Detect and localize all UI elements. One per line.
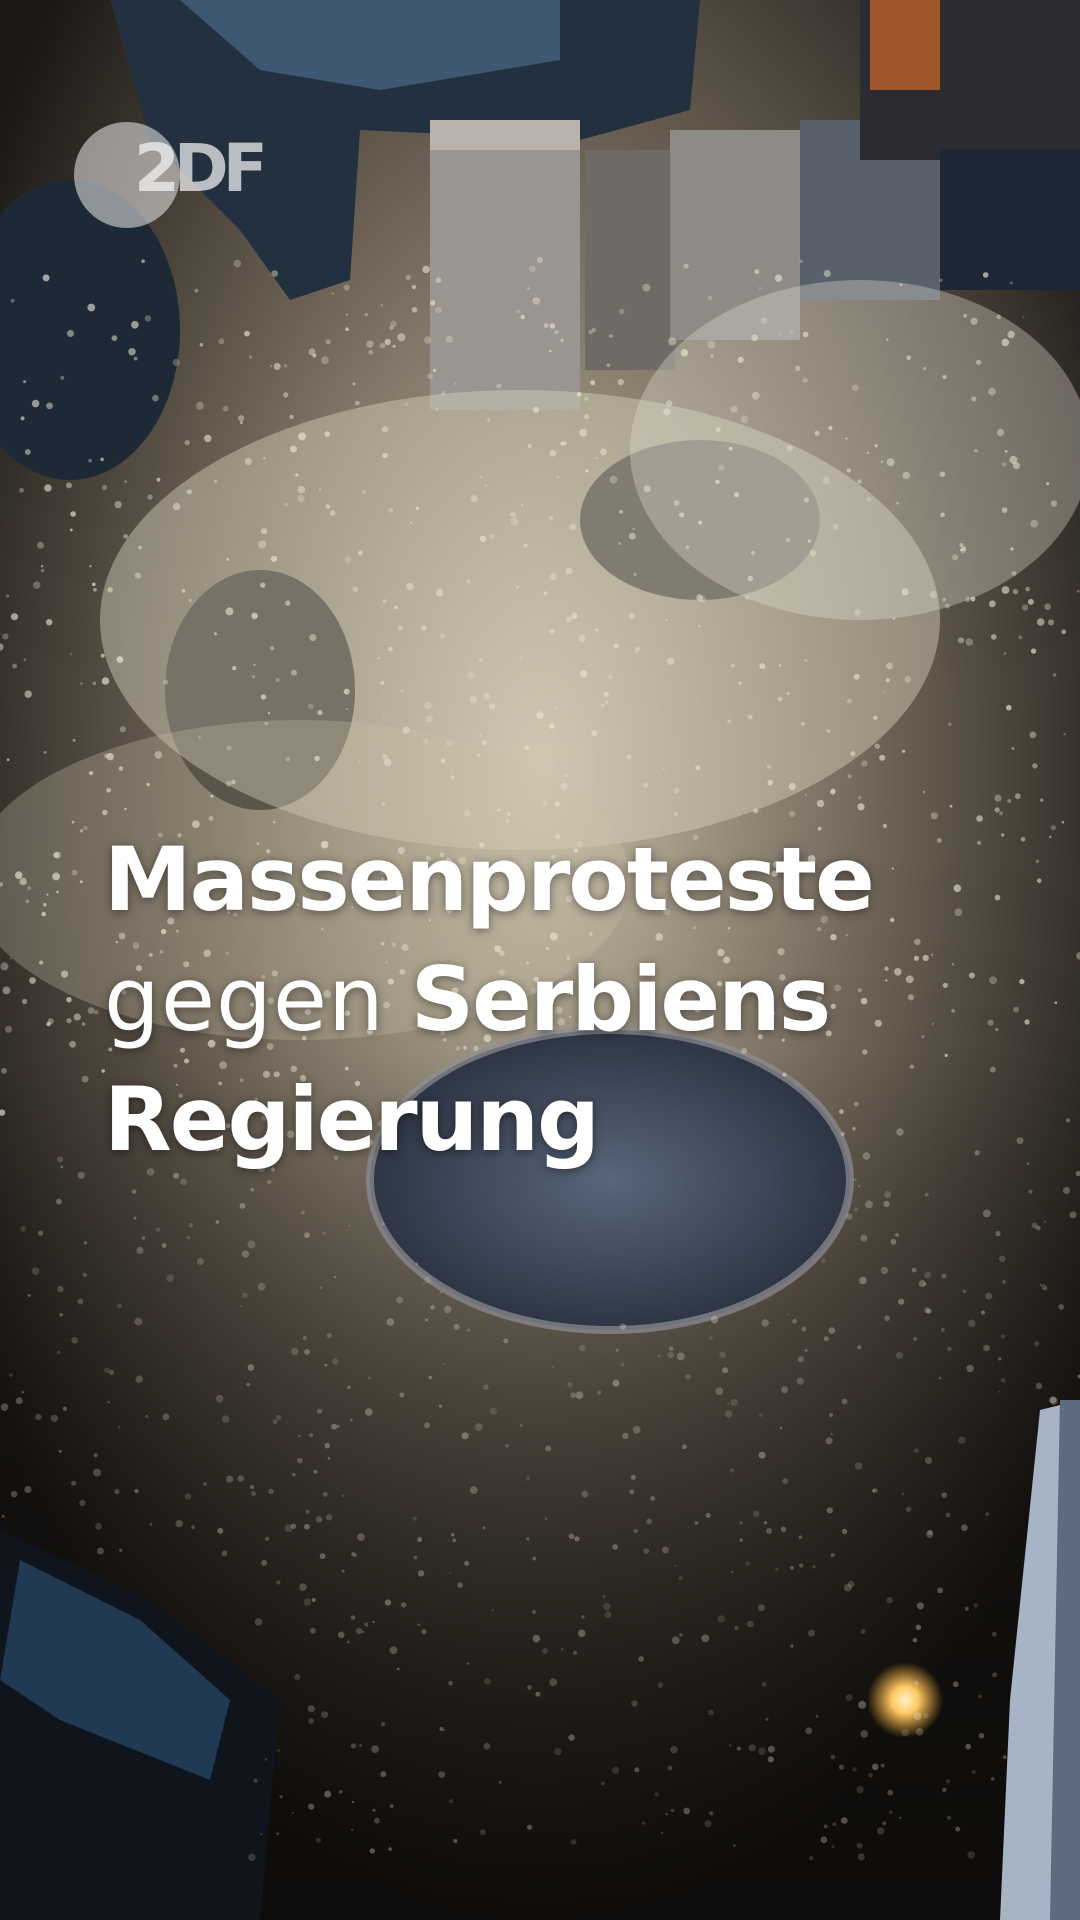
video-frame: 2DF Massenproteste gegen Serbiens Regier…	[0, 0, 1080, 1920]
headline-word-gegen: gegen	[104, 948, 385, 1051]
zdf-logo: 2DF	[74, 122, 268, 228]
headline-line-2: gegen Serbiens	[104, 940, 1004, 1060]
headline-line-1: Massenproteste	[104, 828, 875, 931]
logo-text: 2DF	[134, 130, 268, 207]
headline-line-3: Regierung	[104, 1068, 600, 1171]
headline: Massenproteste gegen Serbiens Regierung	[104, 820, 1004, 1180]
headline-word-serbiens: Serbiens	[410, 948, 831, 1051]
